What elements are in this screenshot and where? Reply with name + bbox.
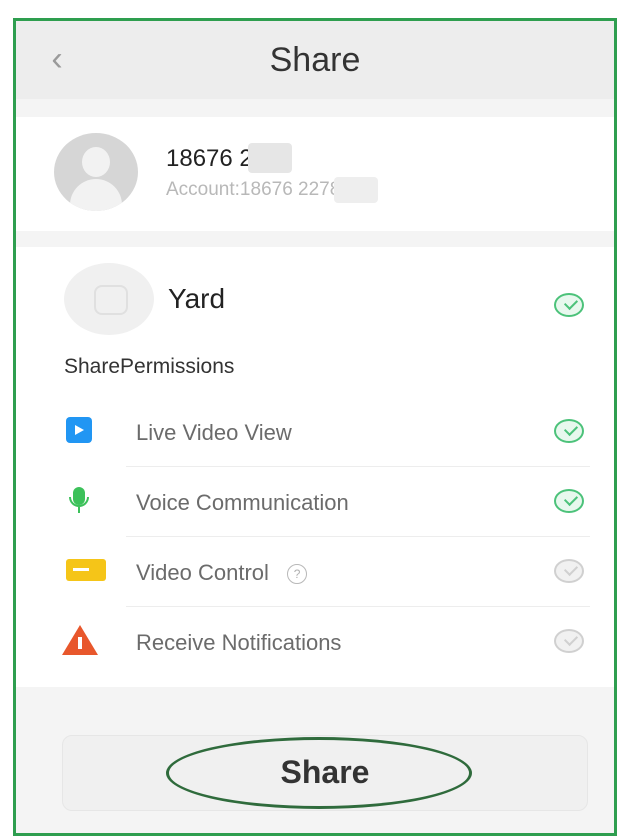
live-video-view-checkbox[interactable] bbox=[554, 419, 584, 443]
permission-live-video-view[interactable]: Live Video View bbox=[16, 397, 614, 467]
permission-label-text: Video Control bbox=[136, 560, 269, 585]
device-row-yard[interactable]: Yard bbox=[16, 247, 614, 347]
redaction-mark bbox=[334, 177, 378, 203]
share-button[interactable]: Share bbox=[62, 735, 588, 811]
camera-icon bbox=[66, 559, 106, 581]
device-icon bbox=[64, 263, 154, 335]
account-id: Account:18676 2278 bbox=[166, 179, 341, 200]
help-icon[interactable]: ? bbox=[287, 564, 308, 585]
permission-label: Receive Notifications bbox=[136, 630, 342, 655]
app-screen: ‹ Share 18676 2278 Account:18676 2278 Ya… bbox=[13, 18, 617, 836]
voice-communication-checkbox[interactable] bbox=[554, 489, 584, 513]
device-name: Yard bbox=[168, 283, 226, 314]
share-button-label: Share bbox=[280, 754, 370, 790]
permissions-heading: SharePermissions bbox=[64, 355, 235, 378]
permission-label: Voice Communication bbox=[136, 490, 349, 515]
account-card: 18676 2278 Account:18676 2278 bbox=[16, 117, 614, 231]
microphone-icon bbox=[66, 487, 92, 513]
redaction-mark bbox=[248, 143, 292, 173]
permission-label: Video Control ? bbox=[136, 560, 308, 586]
permission-video-control[interactable]: Video Control ? bbox=[16, 537, 614, 607]
permission-receive-notifications[interactable]: Receive Notifications bbox=[16, 607, 614, 677]
page-title: Share bbox=[269, 41, 361, 79]
permission-voice-communication[interactable]: Voice Communication bbox=[16, 467, 614, 537]
device-card: Yard SharePermissions Live Video View Vo… bbox=[16, 247, 614, 687]
avatar bbox=[54, 133, 138, 211]
video-control-checkbox[interactable] bbox=[554, 559, 584, 583]
device-selected-checkbox[interactable] bbox=[554, 293, 584, 317]
video-file-icon bbox=[66, 417, 92, 443]
avatar-body bbox=[70, 179, 122, 211]
warning-icon-mark bbox=[78, 637, 82, 649]
permission-label: Live Video View bbox=[136, 420, 292, 445]
header-bar: ‹ Share bbox=[16, 21, 614, 99]
avatar-head bbox=[82, 147, 110, 177]
receive-notifications-checkbox[interactable] bbox=[554, 629, 584, 653]
